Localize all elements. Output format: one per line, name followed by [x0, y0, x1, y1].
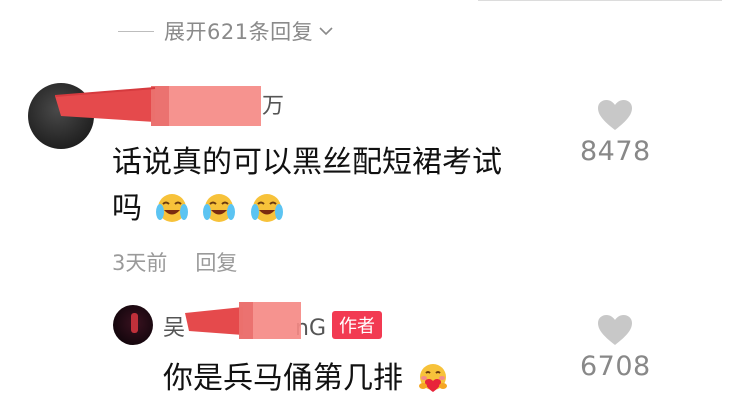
comment-text: 你是兵马俑第几排 — [163, 356, 493, 402]
comment-username[interactable]: 吴 nG 作者 — [163, 310, 383, 342]
heart-icon[interactable] — [596, 98, 634, 132]
expand-replies-label: 展开621条回复 — [164, 20, 314, 44]
like-button[interactable]: 6708 — [580, 313, 651, 382]
frame-edge — [478, 0, 722, 1]
avatar[interactable] — [113, 305, 153, 345]
laugh-cry-emoji — [250, 194, 283, 222]
like-count: 6708 — [580, 351, 651, 382]
comment-line: 话说真的可以黑丝配短裙考试 — [112, 145, 502, 180]
avatar[interactable] — [28, 83, 94, 149]
heart-icon[interactable] — [596, 313, 634, 347]
laugh-cry-emoji — [155, 194, 188, 222]
comment-text: 话说真的可以黑丝配短裙考试 吗 — [112, 140, 572, 232]
comment-meta: 3天前 回复 — [112, 247, 237, 277]
laugh-cry-emoji — [203, 194, 236, 222]
like-button[interactable]: 8478 — [580, 98, 651, 167]
divider — [118, 30, 154, 32]
expand-replies-button[interactable]: 展开621条回复 — [118, 14, 335, 48]
chevron-down-icon — [319, 27, 333, 36]
username-visible-part: 万 — [262, 94, 285, 119]
comment-line-text: 吗 — [112, 191, 142, 226]
comment-line-2: 吗 — [112, 186, 572, 232]
heart-hug-emoji — [418, 364, 447, 392]
author-badge: 作者 — [332, 311, 383, 339]
comment-line: 你是兵马俑第几排 — [163, 361, 403, 396]
reply-button[interactable]: 回复 — [195, 247, 237, 277]
like-count: 8478 — [580, 136, 651, 167]
comment-username[interactable]: 万 — [112, 88, 284, 120]
comment-time: 3天前 — [112, 251, 168, 275]
avatar-detail — [131, 313, 138, 333]
username-visible-start: 吴 — [163, 316, 186, 341]
username-visible-end: nG — [295, 316, 327, 341]
